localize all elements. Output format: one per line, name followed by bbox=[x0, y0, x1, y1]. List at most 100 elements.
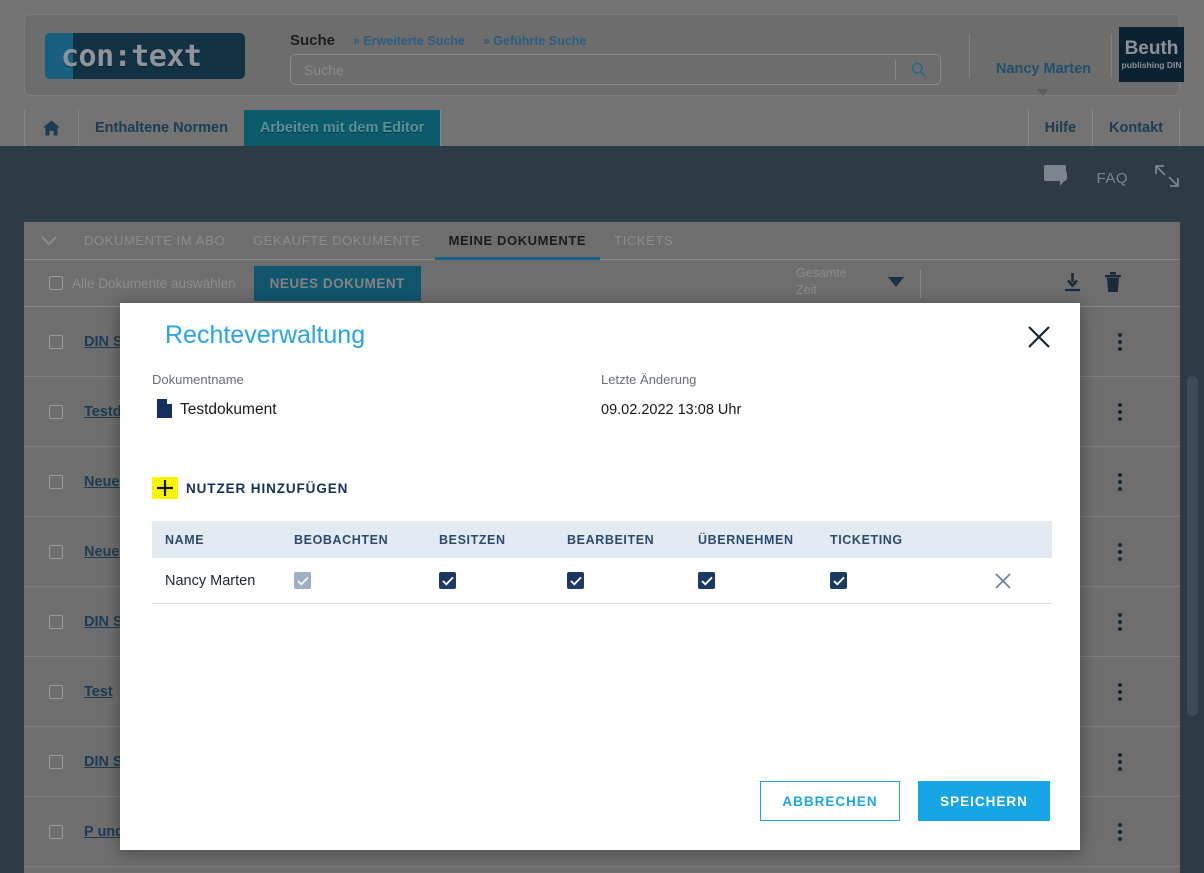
sort-chevron-down-icon[interactable] bbox=[888, 277, 904, 287]
document-title[interactable]: Neue bbox=[84, 544, 119, 560]
documents-actionbar: Alle Dokumente auswählen NEUES DOKUMENT … bbox=[24, 260, 1180, 307]
close-icon bbox=[995, 572, 1011, 589]
row-checkbox[interactable] bbox=[49, 754, 63, 769]
main-navbar: Enthaltene Normen Arbeiten mit dem Edito… bbox=[0, 110, 1204, 146]
column-header-uebernehmen: ÜBERNEHMEN bbox=[698, 532, 794, 547]
scrollbar-thumb[interactable] bbox=[1187, 376, 1198, 716]
document-title[interactable]: Testd bbox=[84, 404, 122, 420]
tab-dokumente-im-abo[interactable]: DOKUMENTE IM ABO bbox=[70, 222, 239, 260]
row-menu-icon[interactable] bbox=[1118, 542, 1122, 561]
search-input[interactable] bbox=[291, 60, 895, 79]
document-title[interactable]: DIN S bbox=[84, 334, 123, 350]
nav-item-kontakt[interactable]: Kontakt bbox=[1092, 110, 1180, 146]
row-checkbox[interactable] bbox=[49, 404, 63, 419]
add-user-button[interactable]: NUTZER HINZUFÜGEN bbox=[152, 477, 348, 499]
expand-icon bbox=[1155, 165, 1179, 187]
logo-text: con:text bbox=[61, 38, 202, 74]
home-icon bbox=[43, 120, 60, 136]
close-dialog-button[interactable] bbox=[1022, 320, 1056, 354]
row-menu-icon[interactable] bbox=[1118, 332, 1122, 351]
document-title[interactable]: Neue bbox=[84, 474, 119, 490]
rights-table-header: NAME BEOBACHTEN BESITZEN BEARBEITEN ÜBER… bbox=[152, 521, 1052, 558]
site-header: con:text Suche » Erweiterte Suche » Gefü… bbox=[0, 0, 1204, 110]
delete-button[interactable] bbox=[1104, 272, 1122, 298]
nav-item-arbeiten-mit-dem-editor[interactable]: Arbeiten mit dem Editor bbox=[243, 110, 442, 146]
row-menu-icon[interactable] bbox=[1118, 402, 1122, 421]
check-icon bbox=[296, 576, 309, 585]
row-checkbox[interactable] bbox=[49, 544, 63, 559]
cell-bearbeiten bbox=[567, 572, 698, 589]
guided-search-link[interactable]: » Geführte Suche bbox=[483, 34, 587, 48]
row-menu-icon[interactable] bbox=[1118, 472, 1122, 491]
new-document-button[interactable]: NEUES DOKUMENT bbox=[253, 265, 421, 301]
document-name-value: Testdokument bbox=[180, 401, 277, 418]
download-icon bbox=[1065, 272, 1080, 291]
search-box[interactable] bbox=[290, 54, 941, 85]
row-menu-icon[interactable] bbox=[1118, 752, 1122, 771]
actionbar-icons bbox=[1063, 272, 1122, 298]
document-title[interactable]: DIN S bbox=[84, 754, 123, 770]
user-menu[interactable]: Nancy Marten bbox=[977, 61, 1110, 77]
beuth-logo-line1: Beuth bbox=[1124, 37, 1179, 59]
row-checkbox[interactable] bbox=[49, 614, 63, 629]
row-checkbox[interactable] bbox=[49, 684, 63, 699]
column-header-name: NAME bbox=[165, 532, 205, 547]
chevron-down-icon[interactable] bbox=[1037, 89, 1049, 96]
save-button[interactable]: SPEICHERN bbox=[918, 781, 1050, 821]
search-label: Suche bbox=[290, 32, 336, 49]
row-menu-icon[interactable] bbox=[1118, 612, 1122, 631]
header-inner: con:text Suche » Erweiterte Suche » Gefü… bbox=[24, 14, 1184, 96]
navbar-right: Hilfe Kontakt bbox=[1027, 110, 1180, 146]
faq-link[interactable]: FAQ bbox=[1096, 170, 1128, 187]
remove-user-button[interactable] bbox=[990, 568, 1016, 594]
nav-item-hilfe[interactable]: Hilfe bbox=[1027, 110, 1092, 146]
user-divider-right bbox=[1111, 34, 1112, 78]
table-row: Nancy Marten bbox=[152, 558, 1052, 604]
navbar-left: Enthaltene Normen Arbeiten mit dem Edito… bbox=[24, 110, 442, 146]
beuth-logo-line2: publishing DIN bbox=[1121, 59, 1182, 70]
checkbox-ticketing[interactable] bbox=[830, 572, 847, 589]
check-icon bbox=[441, 576, 454, 586]
content-toolbar: FAQ bbox=[1044, 164, 1180, 193]
chat-icon bbox=[1044, 165, 1068, 186]
row-menu-icon[interactable] bbox=[1118, 822, 1122, 841]
cell-remove bbox=[990, 568, 1052, 594]
document-title[interactable]: DIN S bbox=[84, 614, 123, 630]
column-header-bearbeiten: BEARBEITEN bbox=[567, 532, 655, 547]
download-button[interactable] bbox=[1063, 272, 1082, 298]
chevron-down-icon bbox=[41, 235, 57, 245]
rights-table: NAME BEOBACHTEN BESITZEN BEARBEITEN ÜBER… bbox=[152, 521, 1052, 604]
row-checkbox[interactable] bbox=[49, 474, 63, 489]
trash-icon bbox=[1105, 272, 1121, 292]
dialog-actions: ABBRECHEN SPEICHERN bbox=[760, 781, 1050, 821]
advanced-search-link[interactable]: » Erweiterte Suche bbox=[353, 34, 465, 48]
row-checkbox[interactable] bbox=[49, 824, 63, 839]
tab-tickets[interactable]: TICKETS bbox=[600, 222, 687, 260]
collapse-toggle[interactable] bbox=[36, 228, 62, 254]
cell-ticketing bbox=[830, 572, 990, 589]
documents-tabbar: DOKUMENTE IM ABO GEKAUFTE DOKUMENTE MEIN… bbox=[24, 222, 1180, 260]
search-button[interactable] bbox=[896, 55, 940, 84]
tab-gekaufte-dokumente[interactable]: GEKAUFTE DOKUMENTE bbox=[239, 222, 435, 260]
nav-item-home[interactable] bbox=[24, 110, 78, 146]
document-name-label: Dokumentname bbox=[152, 372, 244, 387]
row-checkbox[interactable] bbox=[49, 334, 63, 349]
row-menu-icon[interactable] bbox=[1118, 682, 1122, 701]
plus-icon bbox=[152, 477, 178, 499]
tab-meine-dokumente[interactable]: MEINE DOKUMENTE bbox=[434, 222, 601, 260]
dialog-title: Rechteverwaltung bbox=[165, 321, 366, 349]
nav-item-enthaltene-normen[interactable]: Enthaltene Normen bbox=[78, 110, 244, 146]
column-header-beobachten: BEOBACHTEN bbox=[294, 532, 389, 547]
select-all-checkbox[interactable] bbox=[49, 276, 63, 290]
chat-button[interactable] bbox=[1044, 165, 1070, 192]
document-title[interactable]: Test bbox=[84, 684, 113, 700]
checkbox-besitzen[interactable] bbox=[439, 572, 456, 589]
page-root: con:text Suche » Erweiterte Suche » Gefü… bbox=[0, 0, 1204, 873]
document-title[interactable]: P und bbox=[84, 824, 124, 840]
user-divider-left bbox=[969, 34, 970, 78]
expand-button[interactable] bbox=[1154, 164, 1180, 193]
cancel-button[interactable]: ABBRECHEN bbox=[760, 781, 900, 821]
checkbox-uebernehmen[interactable] bbox=[698, 572, 715, 589]
context-logo[interactable]: con:text bbox=[45, 33, 245, 79]
checkbox-bearbeiten[interactable] bbox=[567, 572, 584, 589]
